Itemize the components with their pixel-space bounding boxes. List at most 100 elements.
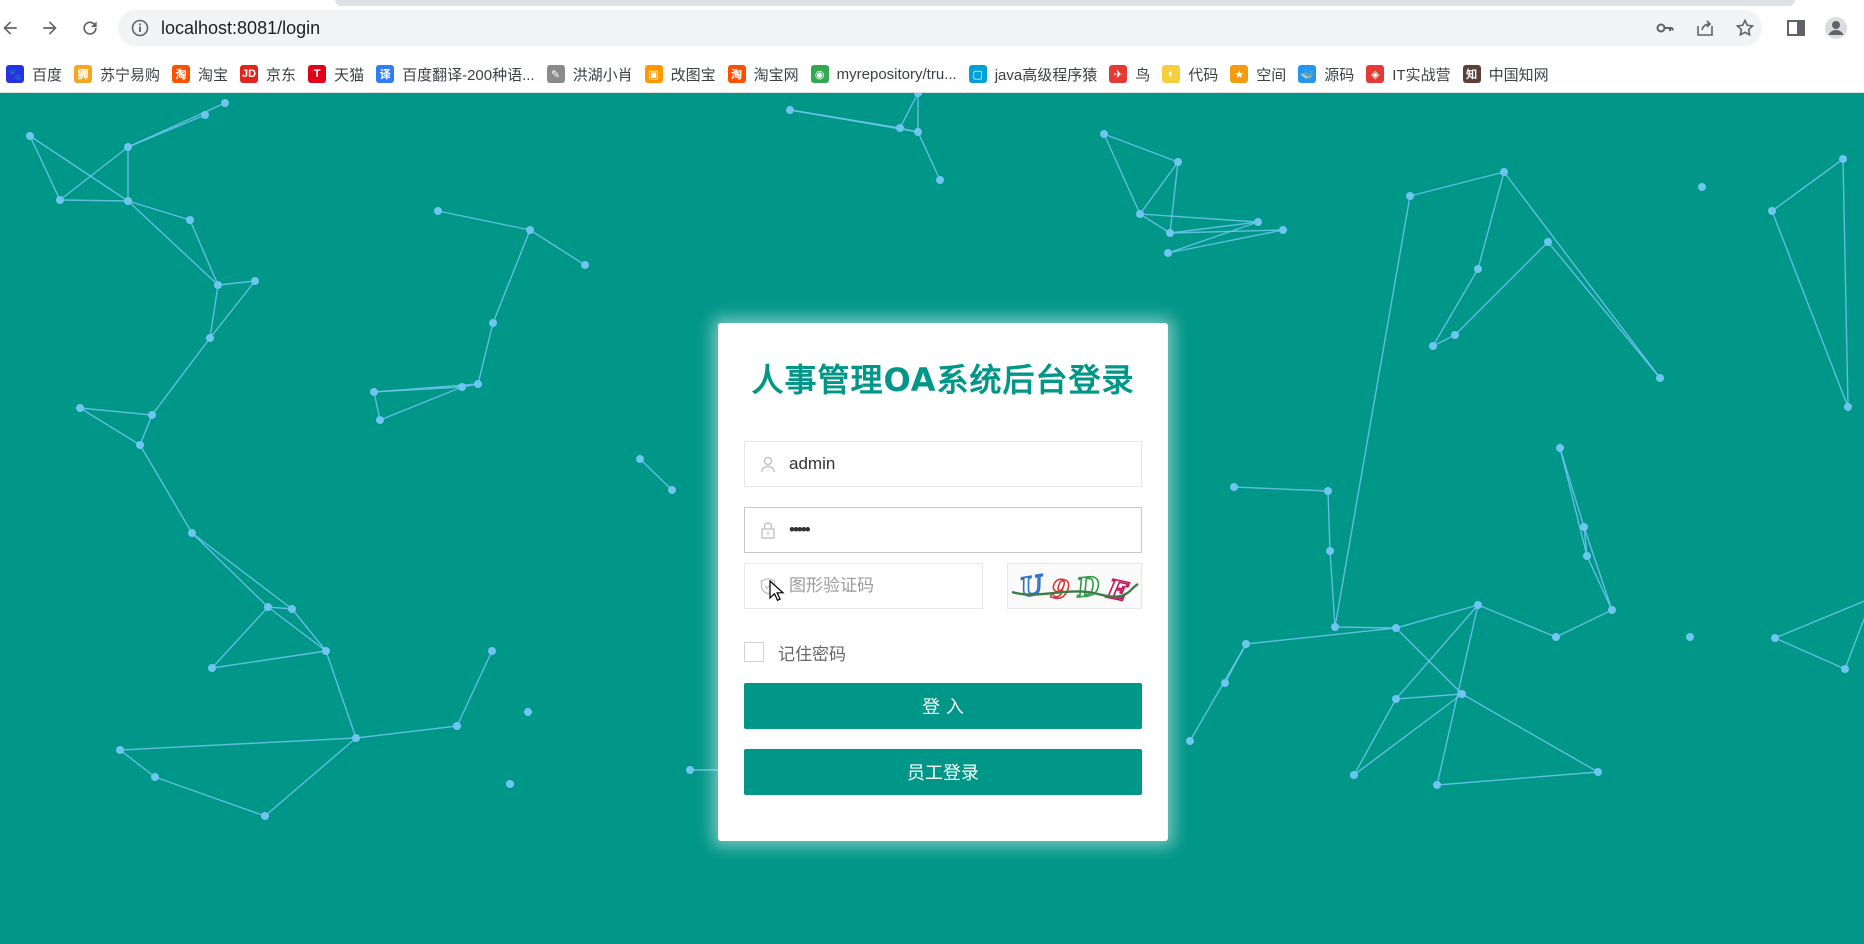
network-node — [1839, 155, 1847, 163]
network-node — [251, 277, 259, 285]
username-field[interactable] — [744, 441, 1142, 487]
login-card: 人事管理OA系统后台登录 U9DE 记住密码 登 入 — [718, 323, 1168, 841]
network-node — [352, 734, 360, 742]
reload-button[interactable] — [74, 12, 106, 44]
network-line — [456, 650, 493, 727]
share-icon[interactable] — [1695, 18, 1715, 38]
network-node — [221, 99, 229, 107]
captcha-input[interactable] — [789, 564, 969, 608]
network-node — [261, 812, 269, 820]
captcha-char: 9 — [1049, 574, 1071, 606]
password-input[interactable] — [789, 508, 1129, 552]
bookmark-item[interactable]: JD 京东 — [234, 60, 302, 88]
reload-icon — [83, 21, 97, 35]
bookmark-item[interactable]: 淘淘宝网 — [722, 60, 805, 88]
network-line — [1233, 486, 1329, 492]
arrow-left-icon — [3, 21, 17, 35]
network-line — [1139, 213, 1171, 234]
bookmark-item[interactable]: 淘淘宝 — [166, 60, 234, 88]
bookmark-item[interactable]: ★ 空间 — [1224, 60, 1292, 88]
bookmark-item[interactable]: ▣ 改图宝 — [639, 60, 722, 88]
username-input[interactable] — [789, 442, 1129, 486]
qzone-icon: ★ — [1230, 65, 1249, 83]
profile-avatar-icon[interactable] — [1824, 16, 1848, 40]
network-line — [154, 776, 266, 817]
login-title: 人事管理OA系统后台登录 — [751, 361, 1135, 399]
network-node — [1392, 695, 1400, 703]
login-page-background: 人事管理OA系统后台登录 U9DE 记住密码 登 入 — [0, 93, 1864, 944]
baidu-paw-icon: 🐾 — [6, 65, 24, 83]
network-node — [322, 647, 330, 655]
bookmark-item[interactable]: ◉ myrepository/tru... — [805, 60, 963, 88]
network-node — [1254, 218, 1262, 226]
bookmark-item[interactable]: 知中国知网 — [1457, 60, 1555, 88]
network-node — [148, 411, 156, 419]
password-field[interactable] — [744, 507, 1142, 553]
bookmark-item[interactable]: 🐳 源码 — [1292, 60, 1360, 88]
key-icon[interactable] — [1655, 18, 1675, 38]
bookmark-item[interactable]: ◈ IT实战营 — [1360, 60, 1456, 88]
network-node — [526, 226, 534, 234]
bookmark-item[interactable]: ✈ 鸟 — [1103, 60, 1156, 88]
bookmark-item[interactable]: T 天猫 — [302, 60, 370, 88]
url-text[interactable]: localhost:8081/login — [161, 17, 320, 39]
network-node — [1698, 183, 1706, 191]
network-node — [1164, 249, 1172, 257]
network-line — [899, 93, 919, 129]
network-line — [1139, 213, 1259, 223]
suning-lion-icon: 狮 — [74, 65, 93, 83]
bookmark-item[interactable]: ✎ 洪湖小肖 — [541, 60, 639, 88]
network-node — [1686, 633, 1694, 641]
bookmark-item[interactable]: ▢ java高级程序猿 — [963, 60, 1104, 88]
network-node — [376, 416, 384, 424]
network-line — [1395, 604, 1479, 629]
bookmark-item[interactable]: ◐ 代码 — [1156, 60, 1224, 88]
bilibili-icon: ▢ — [968, 65, 987, 83]
network-line — [127, 200, 219, 286]
bookmark-label: IT实战营 — [1392, 66, 1451, 84]
gaitubao-icon: ▣ — [644, 65, 663, 83]
checkbox-box[interactable] — [744, 642, 764, 662]
network-line — [1586, 555, 1613, 611]
network-node — [474, 380, 482, 388]
network-line — [1395, 604, 1479, 700]
bookmark-item[interactable]: 狮苏宁易购 — [68, 60, 166, 88]
network-node — [1100, 130, 1108, 138]
network-node — [124, 197, 132, 205]
network-node — [1580, 523, 1588, 531]
employee-login-button[interactable]: 员工登录 — [744, 749, 1142, 795]
network-node — [1841, 665, 1849, 673]
network-line — [119, 749, 156, 778]
bookmark-item[interactable]: 🐾 百度 — [0, 60, 68, 88]
back-button[interactable] — [0, 12, 26, 44]
network-line — [191, 532, 269, 608]
network-line — [492, 229, 531, 324]
network-line — [119, 737, 357, 751]
bookmark-star-icon[interactable] — [1735, 18, 1755, 38]
network-node — [914, 93, 922, 97]
address-bar[interactable]: localhost:8081/login — [118, 10, 1762, 46]
network-node — [288, 605, 296, 613]
network-line — [1189, 643, 1247, 742]
network-node — [1429, 342, 1437, 350]
bookmark-item[interactable]: 译百度翻译-200种语... — [370, 60, 541, 88]
info-icon[interactable] — [130, 18, 150, 38]
network-node — [1451, 331, 1459, 339]
side-panel-icon[interactable] — [1784, 16, 1808, 40]
network-node — [136, 441, 144, 449]
network-line — [355, 725, 458, 739]
remember-password-checkbox[interactable]: 记住密码 — [744, 641, 846, 665]
bookmark-label: 百度翻译-200种语... — [402, 66, 535, 84]
jd-icon: JD — [240, 65, 259, 83]
network-node — [1771, 634, 1779, 642]
remember-password-label: 记住密码 — [778, 644, 846, 665]
login-button[interactable]: 登 入 — [744, 683, 1142, 729]
forward-button[interactable] — [34, 12, 66, 44]
captcha-field[interactable] — [744, 563, 983, 609]
captcha-image[interactable]: U9DE — [1007, 563, 1142, 609]
network-node — [1350, 771, 1358, 779]
network-line — [1327, 490, 1331, 552]
network-node — [1556, 444, 1564, 452]
network-node — [124, 143, 132, 151]
network-node — [1324, 487, 1332, 495]
